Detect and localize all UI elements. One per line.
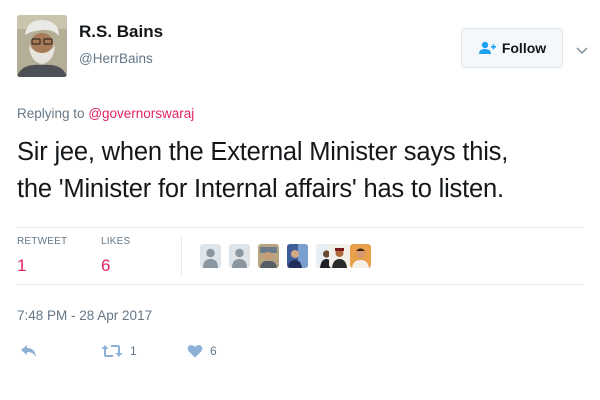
tweet-text-line: Sir jee, when the External Minister says… bbox=[17, 138, 509, 166]
profile-photo-icon bbox=[287, 244, 308, 268]
retweet-action-count: 1 bbox=[130, 344, 137, 358]
likes-stat-count: 6 bbox=[101, 256, 111, 275]
divider bbox=[17, 227, 583, 228]
reply-button[interactable] bbox=[20, 344, 38, 358]
retweet-stat-count: 1 bbox=[17, 256, 27, 275]
display-name[interactable]: R.S. Bains bbox=[79, 22, 163, 42]
profile-photo-icon bbox=[258, 244, 279, 268]
reply-mention-link[interactable]: @governorswaraj bbox=[88, 106, 194, 121]
retweet-stat[interactable]: RETWEET 1 bbox=[17, 236, 67, 276]
default-avatar-icon bbox=[229, 244, 250, 268]
liker-avatar[interactable] bbox=[350, 244, 371, 268]
liker-avatar[interactable] bbox=[329, 244, 350, 268]
reply-context: Replying to @governorswaraj bbox=[17, 106, 194, 121]
retweet-button[interactable]: 1 bbox=[101, 344, 137, 358]
avatar[interactable] bbox=[17, 15, 67, 77]
default-avatar-icon bbox=[200, 244, 221, 268]
user-handle[interactable]: @HerrBains bbox=[79, 51, 153, 66]
follow-button[interactable]: Follow bbox=[461, 28, 563, 68]
likes-stat-label: LIKES bbox=[101, 236, 131, 247]
liker-avatar[interactable] bbox=[229, 244, 250, 268]
more-options-button[interactable] bbox=[576, 42, 588, 60]
reply-prefix: Replying to bbox=[17, 106, 85, 121]
heart-icon bbox=[187, 345, 203, 358]
tweet-timestamp[interactable]: 7:48 PM - 28 Apr 2017 bbox=[17, 308, 152, 323]
profile-photo-icon bbox=[350, 244, 371, 268]
retweet-icon bbox=[101, 345, 123, 357]
stats-separator bbox=[181, 236, 182, 276]
tweet-text: Sir jee, when the External Minister says… bbox=[17, 134, 587, 208]
liker-avatar[interactable] bbox=[258, 244, 279, 268]
like-button[interactable]: 6 bbox=[187, 344, 217, 358]
divider bbox=[17, 284, 583, 285]
like-action-count: 6 bbox=[210, 344, 217, 358]
tweet-text-line: the 'Minister for Internal affairs' has … bbox=[17, 175, 504, 203]
liker-avatar[interactable] bbox=[287, 244, 308, 268]
reply-icon bbox=[21, 345, 36, 357]
profile-photo-icon bbox=[329, 244, 350, 268]
profile-photo-icon bbox=[17, 15, 67, 77]
retweet-stat-label: RETWEET bbox=[17, 236, 68, 247]
chevron-down-icon bbox=[576, 47, 588, 55]
follow-label: Follow bbox=[501, 40, 547, 56]
liker-avatar[interactable] bbox=[200, 244, 221, 268]
likes-stat[interactable]: LIKES 6 bbox=[101, 236, 130, 276]
tweet-card: R.S. Bains @HerrBains Follow Replying to… bbox=[0, 0, 600, 400]
add-user-icon bbox=[478, 41, 496, 54]
